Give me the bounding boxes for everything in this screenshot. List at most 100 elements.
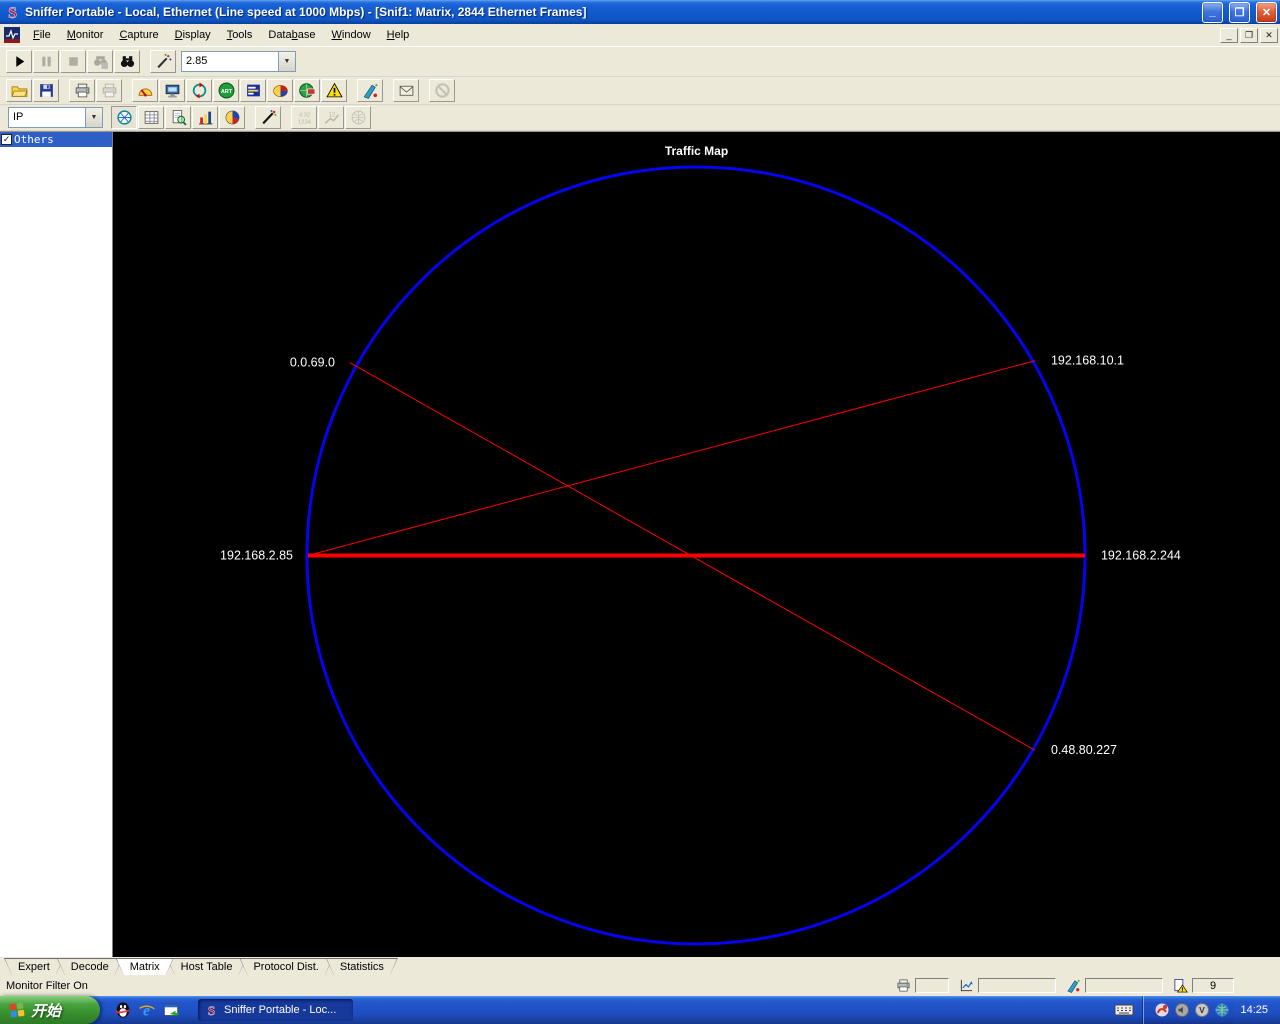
printer-status-field <box>915 978 949 993</box>
svg-text:e: e <box>143 1003 150 1019</box>
trend-graph-field <box>978 978 1056 993</box>
windows-flag-icon <box>9 1002 25 1018</box>
nocircle-icon <box>434 82 451 99</box>
sniffer-icon: S <box>208 1003 216 1018</box>
menu-capture[interactable]: Capture <box>111 26 166 44</box>
print-button[interactable] <box>69 79 95 102</box>
node-label[interactable]: 192.168.2.85 <box>220 548 293 562</box>
menu-file[interactable]: File <box>25 26 59 44</box>
v-tray-icon[interactable]: V <box>1194 1002 1210 1018</box>
taskbar-task-button[interactable]: S Sniffer Portable - Loc... <box>198 999 353 1021</box>
menu-database[interactable]: Database <box>260 26 323 44</box>
node-label[interactable]: 192.168.2.244 <box>1101 548 1181 562</box>
single-station-button[interactable] <box>255 106 281 129</box>
minimize-button[interactable]: _ <box>1202 1 1223 23</box>
ie-icon[interactable]: e <box>138 1001 156 1019</box>
printer-status-icon[interactable] <box>896 978 911 993</box>
menu-bar: File Monitor Capture Display Tools Database Wi… <box>0 24 1280 47</box>
start-capture-button[interactable] <box>6 50 32 73</box>
map-title: Traffic Map <box>664 144 729 158</box>
display-captured-data-button[interactable] <box>114 50 140 73</box>
matrixcirc-icon <box>191 82 208 99</box>
status-message: Monitor Filter On <box>6 979 88 992</box>
cancel-button <box>429 79 455 102</box>
input-method-icon[interactable] <box>1105 999 1143 1021</box>
node-label[interactable]: 0.0.69.0 <box>290 356 335 370</box>
capture-filter-icon[interactable] <box>1066 978 1081 993</box>
menu-tools[interactable]: Tools <box>219 26 261 44</box>
qq-icon[interactable] <box>114 1001 132 1019</box>
menu-help[interactable]: Help <box>379 26 418 44</box>
application-response-time-button[interactable]: ART <box>213 79 239 102</box>
protocol-distribution-button[interactable] <box>267 79 293 102</box>
global-statistics-button[interactable] <box>294 79 320 102</box>
tab-statistics[interactable]: Statistics <box>326 958 398 975</box>
alarm-log-button[interactable] <box>321 79 347 102</box>
tab-protocol-dist[interactable]: Protocol Dist. <box>239 958 332 975</box>
node-label[interactable]: 192.168.10.1 <box>1051 354 1124 368</box>
trend-graph-icon[interactable] <box>959 978 974 993</box>
document-window-icon[interactable] <box>4 27 21 43</box>
network-globe-icon[interactable] <box>1214 1002 1230 1018</box>
tab-host-table[interactable]: Host Table <box>167 958 247 975</box>
capture-filter-field <box>1085 978 1163 993</box>
host-table-button[interactable] <box>159 79 185 102</box>
scale-combo-value: 2.85 <box>186 55 208 67</box>
node-label[interactable]: 0.48.80.227 <box>1051 743 1117 757</box>
start-button[interactable]: 开始 <box>0 996 100 1024</box>
close-button[interactable]: ✕ <box>1256 1 1277 23</box>
capture-toolbar: 2.85 ▼ <box>0 47 1280 77</box>
play-icon <box>11 53 28 70</box>
matrix-toolbar: IP ▼ 4:32 1234 12 <box>0 105 1280 131</box>
wand2-icon <box>362 82 379 99</box>
dashboard-button[interactable] <box>132 79 158 102</box>
menu-window[interactable]: Window <box>324 26 379 44</box>
alarm-count-icon[interactable] <box>1173 978 1188 993</box>
numeric-counts-button: 4:32 1234 <box>291 106 317 129</box>
scale-combo[interactable]: 2.85 ▼ <box>181 51 296 72</box>
address-item-label: Others <box>14 133 54 146</box>
graphdis-icon: 12 <box>323 109 340 126</box>
mdi-restore-button[interactable]: ❐ <box>1240 27 1258 43</box>
open-file-button[interactable] <box>6 79 32 102</box>
capture-define-filter-button[interactable] <box>357 79 383 102</box>
traffic-link[interactable] <box>307 360 1036 556</box>
menu-monitor[interactable]: Monitor <box>59 26 112 44</box>
mdi-minimize-button[interactable]: _ <box>1220 27 1238 43</box>
mdi-close-button[interactable]: ✕ <box>1260 27 1278 43</box>
sniffer-tray-icon[interactable] <box>1154 1002 1170 1018</box>
binoculars-icon <box>119 53 136 70</box>
restore-button[interactable]: ❐ <box>1229 1 1250 23</box>
pie-chart-view-button[interactable] <box>219 106 245 129</box>
volume-icon[interactable] <box>1174 1002 1190 1018</box>
globe-icon <box>298 82 316 99</box>
table-view-button[interactable] <box>138 106 164 129</box>
sniffer-logo-icon: S <box>4 4 21 20</box>
address-item-others[interactable]: ✓ Others <box>0 132 112 147</box>
traffic-map-view-button[interactable] <box>111 106 137 129</box>
tab-matrix[interactable]: Matrix <box>116 958 174 975</box>
sort-counts-button: 12 <box>318 106 344 129</box>
taskbar-clock[interactable]: 14:25 <box>1234 996 1280 1024</box>
view-tabs: Expert Decode Matrix Host Table Protocol Dis… <box>0 957 1280 975</box>
system-tray: V <box>1143 996 1235 1024</box>
message-mail-button[interactable] <box>393 79 419 102</box>
combo-dropdown-icon[interactable]: ▼ <box>278 52 295 71</box>
detail-view-button[interactable] <box>165 106 191 129</box>
tab-expert[interactable]: Expert <box>4 958 64 975</box>
floppy-icon <box>38 82 55 99</box>
pause-capture-button <box>33 50 59 73</box>
define-filter-button[interactable] <box>150 50 176 73</box>
protocol-combo[interactable]: IP ▼ <box>8 107 103 128</box>
save-file-button[interactable] <box>33 79 59 102</box>
tab-decode[interactable]: Decode <box>57 958 123 975</box>
combo-dropdown-icon[interactable]: ▼ <box>85 108 102 127</box>
bar-chart-view-button[interactable] <box>192 106 218 129</box>
matrix-button[interactable] <box>186 79 212 102</box>
menu-display[interactable]: Display <box>167 26 219 44</box>
traffic-map-canvas: 0.0.69.0 192.168.10.1 192.168.2.85 192.168.… <box>220 165 1181 946</box>
window-icon[interactable] <box>162 1001 180 1019</box>
barchart-icon <box>197 109 214 126</box>
checkbox-checked-icon[interactable]: ✓ <box>1 134 12 145</box>
history-samples-button[interactable] <box>240 79 266 102</box>
